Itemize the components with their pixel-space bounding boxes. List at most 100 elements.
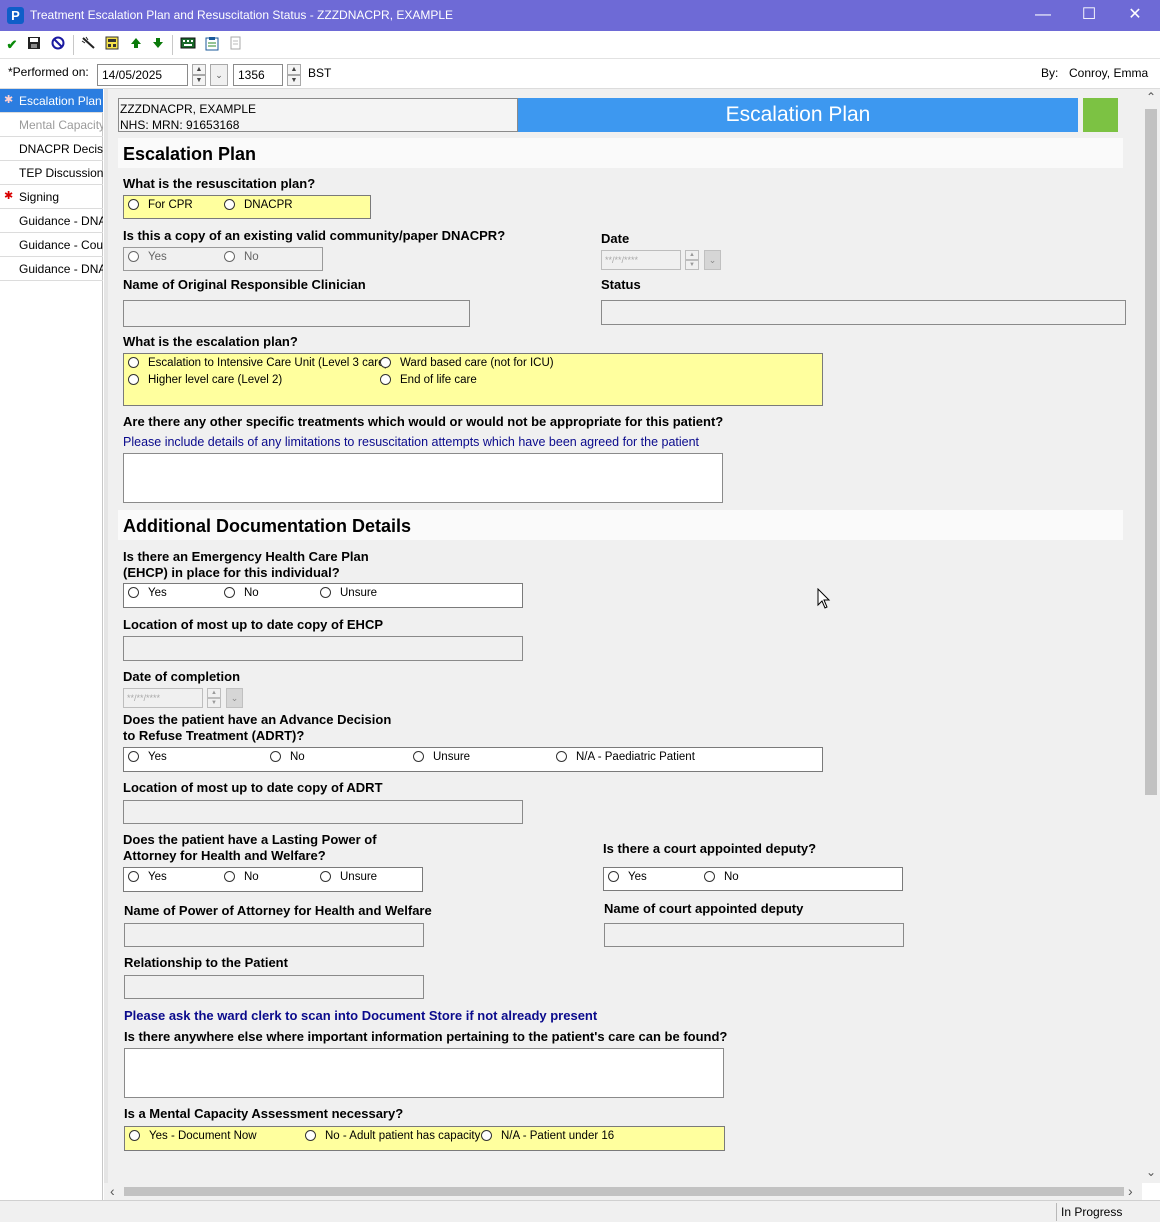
original-clinician-field[interactable] xyxy=(123,300,470,327)
radio-copy-yes[interactable]: Yes xyxy=(128,251,167,263)
nav-item-guidance-count[interactable]: Guidance - Count xyxy=(0,233,103,257)
radio-adrt-na-paediatric[interactable]: N/A - Paediatric Patient xyxy=(556,751,695,763)
radio-adrt-no[interactable]: No xyxy=(270,751,305,763)
performed-time-input[interactable]: 1356 xyxy=(233,64,283,86)
radio-circle-icon xyxy=(608,871,619,882)
radio-label: Unsure xyxy=(340,587,378,599)
patient-banner: ZZZDNACPR, EXAMPLE NHS: MRN: 91653168 xyxy=(118,98,518,132)
question-ehcp-line1: Is there an Emergency Health Care Plan xyxy=(123,549,369,564)
radio-circle-icon xyxy=(128,251,139,262)
radio-escalation-icu[interactable]: Escalation to Intensive Care Unit (Level… xyxy=(128,357,388,369)
date-spin-up-icon[interactable]: ▲ xyxy=(685,250,699,260)
radio-adrt-yes[interactable]: Yes xyxy=(128,751,167,763)
radio-lpa-unsure[interactable]: Unsure xyxy=(320,871,377,883)
radio-label: No xyxy=(244,587,259,599)
patient-mrn: NHS: MRN: 91653168 xyxy=(120,118,240,132)
radio-circle-icon xyxy=(129,1130,140,1141)
date-dropdown-icon[interactable]: ⌄ xyxy=(210,64,228,86)
ehcp-location-field[interactable] xyxy=(123,636,523,661)
existing-copy-date-input[interactable]: **/**/**** xyxy=(601,250,681,270)
performed-date-input[interactable]: 14/05/2025 xyxy=(97,64,188,86)
radio-mca-no[interactable]: No - Adult patient has capacity xyxy=(305,1130,480,1142)
radio-mca-yes[interactable]: Yes - Document Now xyxy=(129,1130,257,1142)
save-icon[interactable] xyxy=(25,36,43,54)
radio-ehcp-no[interactable]: No xyxy=(224,587,259,599)
radio-lpa-no[interactable]: No xyxy=(224,871,259,883)
question-lpa-line1: Does the patient have a Lasting Power of xyxy=(123,832,377,847)
date-spin-up-icon[interactable]: ▲ xyxy=(192,64,206,75)
date-spin-down-icon[interactable]: ▼ xyxy=(685,260,699,270)
scroll-right-icon[interactable]: › xyxy=(1128,1183,1140,1199)
radio-deputy-yes[interactable]: Yes xyxy=(608,871,647,883)
maximize-icon[interactable]: ☐ xyxy=(1066,0,1112,31)
radio-ward-based-care[interactable]: Ward based care (not for ICU) xyxy=(380,357,554,369)
date-spin-up-icon[interactable]: ▲ xyxy=(207,688,221,698)
nav-item-tep-discussion[interactable]: TEP Discussion xyxy=(0,161,103,185)
radio-for-cpr[interactable]: For CPR xyxy=(128,199,193,211)
scroll-down-icon[interactable]: ⌄ xyxy=(1144,1165,1158,1179)
question-date-completion: Date of completion xyxy=(123,669,241,684)
nav-item-signing[interactable]: ✱ Signing xyxy=(0,185,103,209)
radio-label: Yes xyxy=(628,871,647,883)
keyboard-icon[interactable] xyxy=(179,36,197,54)
radio-end-of-life-care[interactable]: End of life care xyxy=(380,374,477,386)
nav-item-mental-capacity[interactable]: Mental Capacity A xyxy=(0,113,103,137)
radio-label: Yes xyxy=(148,251,167,263)
other-treatments-textarea[interactable] xyxy=(123,453,723,503)
relationship-field[interactable] xyxy=(124,975,424,999)
question-adrt-location: Location of most up to date copy of ADRT xyxy=(123,780,383,795)
down-arrow-icon[interactable] xyxy=(149,36,167,54)
section-heading-additional: Additional Documentation Details xyxy=(123,516,412,536)
radio-ehcp-yes[interactable]: Yes xyxy=(128,587,167,599)
nav-item-guidance-dnacpr-2[interactable]: Guidance - DNAC xyxy=(0,257,103,281)
radio-deputy-no[interactable]: No xyxy=(704,871,739,883)
nav-item-escalation-plan[interactable]: ✱ Escalation Plan xyxy=(0,89,103,113)
radio-label: No xyxy=(244,251,259,263)
date-dropdown-icon[interactable]: ⌄ xyxy=(226,688,243,708)
scroll-left-icon[interactable]: ‹ xyxy=(110,1183,122,1199)
nav-item-dnacpr-decision[interactable]: DNACPR Decisio xyxy=(0,137,103,161)
cancel-icon[interactable] xyxy=(49,36,67,54)
question-relationship: Relationship to the Patient xyxy=(124,955,288,970)
calculator-icon[interactable] xyxy=(103,36,121,54)
status-bar: In Progress xyxy=(0,1200,1160,1222)
radio-ehcp-unsure[interactable]: Unsure xyxy=(320,587,377,599)
radio-copy-no[interactable]: No xyxy=(224,251,259,263)
radio-higher-level-care[interactable]: Higher level care (Level 2) xyxy=(128,374,282,386)
radio-lpa-yes[interactable]: Yes xyxy=(128,871,167,883)
sign-checkmark-icon[interactable]: ✔ xyxy=(3,36,21,54)
radio-circle-icon xyxy=(128,374,139,385)
existing-copy-group: Yes No xyxy=(123,247,323,271)
edit-icon[interactable] xyxy=(80,36,98,54)
vertical-scrollbar[interactable]: ⌃ ⌄ xyxy=(1142,89,1160,1183)
completion-date-input[interactable]: **/**/**** xyxy=(123,688,203,708)
minimize-icon[interactable]: — xyxy=(1020,0,1066,31)
performed-on-label: *Performed on: xyxy=(8,65,89,79)
question-adrt-line2: to Refuse Treatment (ADRT)? xyxy=(123,728,305,743)
adrt-location-field[interactable] xyxy=(123,800,523,824)
time-spin-up-icon[interactable]: ▲ xyxy=(287,64,301,75)
time-spin-down-icon[interactable]: ▼ xyxy=(287,75,301,86)
date-spin-down-icon[interactable]: ▼ xyxy=(192,75,206,86)
clipboard-icon[interactable] xyxy=(203,36,221,54)
close-icon[interactable]: ✕ xyxy=(1112,0,1158,31)
radio-mca-na[interactable]: N/A - Patient under 16 xyxy=(481,1130,614,1142)
deputy-name-field[interactable] xyxy=(604,923,904,947)
radio-adrt-unsure[interactable]: Unsure xyxy=(413,751,470,763)
poa-name-field[interactable] xyxy=(124,923,424,947)
scroll-up-icon[interactable]: ⌃ xyxy=(1144,90,1158,104)
date-dropdown-icon[interactable]: ⌄ xyxy=(704,250,721,270)
vertical-scroll-thumb[interactable] xyxy=(1145,109,1157,795)
radio-label: No xyxy=(724,871,739,883)
radio-dnacpr[interactable]: DNACPR xyxy=(224,199,293,211)
print-preview-icon[interactable] xyxy=(227,36,245,54)
radio-circle-icon xyxy=(224,871,235,882)
status-field[interactable] xyxy=(601,300,1126,325)
radio-label: N/A - Paediatric Patient xyxy=(576,751,695,763)
info-elsewhere-textarea[interactable] xyxy=(124,1048,724,1098)
nav-item-guidance-dnacpr[interactable]: Guidance - DNAC xyxy=(0,209,103,233)
horizontal-scrollbar[interactable]: ‹ › xyxy=(104,1183,1142,1200)
date-spin-down-icon[interactable]: ▼ xyxy=(207,698,221,708)
horizontal-scroll-thumb[interactable] xyxy=(124,1187,1124,1196)
up-arrow-icon[interactable] xyxy=(127,36,145,54)
